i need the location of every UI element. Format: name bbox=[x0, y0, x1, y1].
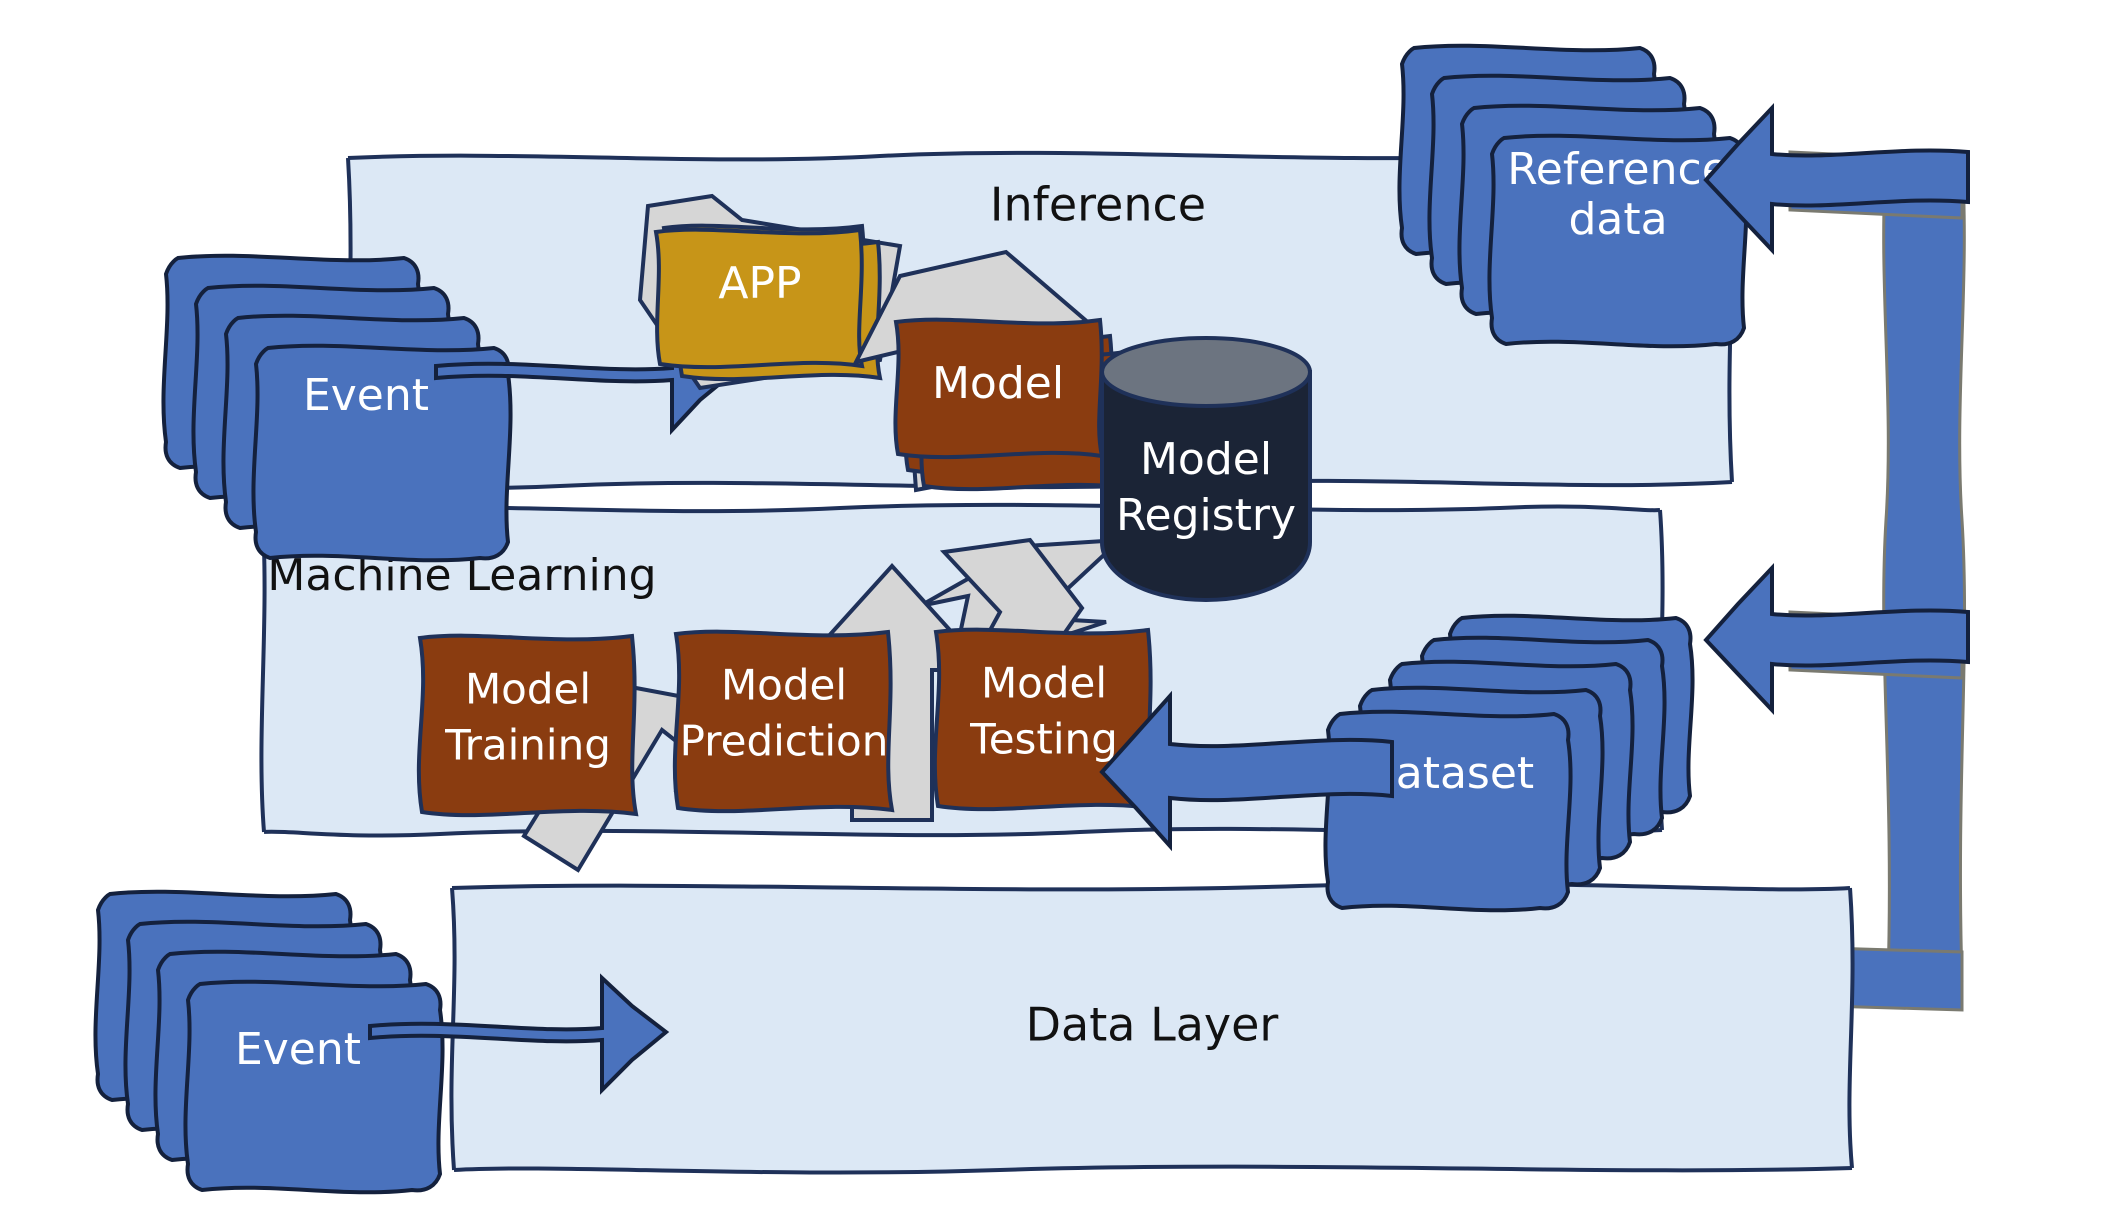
node-model-prediction[interactable]: Model Prediction bbox=[672, 629, 895, 814]
node-model-training[interactable]: Model Training bbox=[416, 633, 639, 818]
data-layer-pipe bbox=[1788, 150, 1967, 1012]
architecture-diagram: Inference Machine Learning Data Layer Ev… bbox=[93, 43, 1970, 1195]
node-model-registry[interactable]: Model Registry bbox=[1100, 336, 1312, 603]
node-event-data-layer[interactable]: Event bbox=[93, 889, 445, 1195]
node-model[interactable]: Model bbox=[893, 317, 1131, 492]
diagram-canvas: Inference Machine Learning Data Layer Ev… bbox=[0, 0, 2116, 1228]
